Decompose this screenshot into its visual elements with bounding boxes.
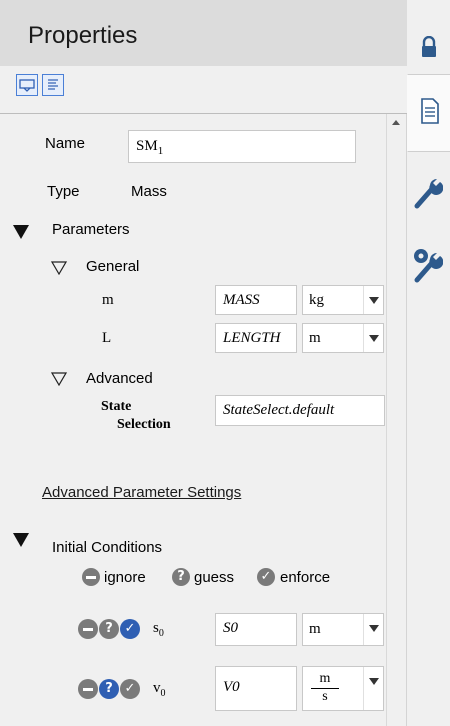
name-subscript: 1 — [157, 145, 164, 157]
name-value: SM — [136, 138, 158, 154]
parameters-header: Parameters — [52, 221, 130, 238]
advanced-parameter-settings-link[interactable]: Advanced Parameter Settings — [42, 484, 241, 501]
chevron-down-icon — [363, 324, 383, 352]
lock-icon — [422, 36, 436, 57]
s0-enforce-button[interactable]: ✓ — [120, 619, 140, 639]
param-m-value: MASS — [223, 292, 260, 308]
settings-wrench-tab[interactable] — [407, 240, 450, 290]
param-L-value: LENGTH — [223, 330, 281, 346]
v0-unit-numerator: m — [311, 671, 339, 689]
advanced-collapse-toggle[interactable] — [51, 372, 67, 386]
side-tab-strip — [407, 0, 450, 726]
v0-label: v0 — [153, 680, 166, 699]
scroll-up-arrow-icon[interactable] — [392, 120, 400, 125]
wrench-tab[interactable] — [407, 168, 450, 218]
advanced-header: Advanced — [86, 370, 153, 387]
v0-ignore-button[interactable] — [78, 679, 98, 699]
s0-value-input[interactable]: S0 — [215, 613, 297, 646]
properties-tab[interactable] — [407, 74, 450, 152]
initial-conditions-header: Initial Conditions — [52, 539, 163, 556]
chevron-down-icon — [363, 614, 383, 645]
s0-var: s — [153, 620, 159, 636]
param-m-unit-select[interactable]: kg — [302, 285, 384, 315]
s0-value: S0 — [223, 620, 238, 636]
state-selection-label-2: Selection — [117, 417, 171, 432]
v0-enforce-button[interactable]: ✓ — [120, 679, 140, 699]
v0-guess-button[interactable]: ? — [99, 679, 119, 699]
v0-unit-fraction: m s — [311, 671, 339, 705]
param-m-value-input[interactable]: MASS — [215, 285, 297, 315]
guess-legend-icon: ? — [172, 568, 190, 586]
text-view-button[interactable] — [42, 74, 64, 96]
v0-value-input[interactable]: V0 — [215, 666, 297, 711]
v0-value: V0 — [223, 679, 240, 695]
s0-unit: m — [309, 621, 321, 637]
text-view-icon — [48, 79, 58, 90]
enforce-legend-icon: ✓ — [257, 568, 275, 586]
param-L-unit: m — [309, 330, 321, 346]
s0-sub: 0 — [158, 628, 164, 639]
chevron-down-icon — [363, 286, 383, 314]
title-bar: Properties — [0, 0, 407, 66]
s0-guess-button[interactable]: ? — [99, 619, 119, 639]
vertical-scrollbar[interactable] — [386, 114, 406, 726]
v0-sub: 0 — [160, 688, 166, 699]
ignore-legend-icon — [82, 568, 100, 586]
general-header: General — [86, 258, 140, 275]
state-selection-value: StateSelect.default — [223, 402, 335, 418]
s0-unit-select[interactable]: m — [302, 613, 384, 646]
ignore-legend-label: ignore — [104, 569, 146, 586]
properties-content: Name SM1 Type Mass Parameters General m … — [0, 114, 386, 726]
state-selection-label-1: State — [101, 399, 132, 414]
s0-label: s0 — [153, 620, 164, 639]
properties-panel: Properties Name SM1 Type Mass Parameters… — [0, 0, 407, 726]
name-label: Name — [45, 135, 86, 152]
v0-unit-denominator: s — [322, 689, 328, 704]
chevron-down-icon — [363, 667, 383, 710]
expanded-view-icon — [19, 79, 35, 92]
v0-var: v — [153, 680, 161, 696]
expanded-view-button[interactable] — [16, 74, 38, 96]
type-value: Mass — [131, 183, 167, 200]
param-L-value-input[interactable]: LENGTH — [215, 323, 297, 353]
type-label: Type — [47, 183, 80, 200]
name-input[interactable]: SM1 — [128, 130, 356, 163]
initial-conditions-collapse-toggle[interactable] — [13, 533, 29, 547]
wrench-icon — [414, 178, 443, 209]
toolbar — [0, 66, 407, 114]
v0-unit-select[interactable]: m s — [302, 666, 384, 711]
param-L-label: L — [102, 330, 112, 346]
s0-ignore-button[interactable] — [78, 619, 98, 639]
param-m-unit: kg — [309, 292, 324, 308]
panel-title: Properties — [28, 22, 138, 49]
enforce-legend-label: enforce — [280, 569, 331, 586]
document-icon — [421, 98, 439, 124]
lock-tab[interactable] — [407, 28, 450, 68]
general-collapse-toggle[interactable] — [51, 261, 67, 275]
param-L-unit-select[interactable]: m — [302, 323, 384, 353]
settings-wrench-icon — [414, 249, 443, 283]
parameters-collapse-toggle[interactable] — [13, 225, 29, 239]
state-selection-input[interactable]: StateSelect.default — [215, 395, 385, 426]
param-m-label: m — [102, 292, 114, 308]
guess-legend-label: guess — [194, 569, 235, 586]
